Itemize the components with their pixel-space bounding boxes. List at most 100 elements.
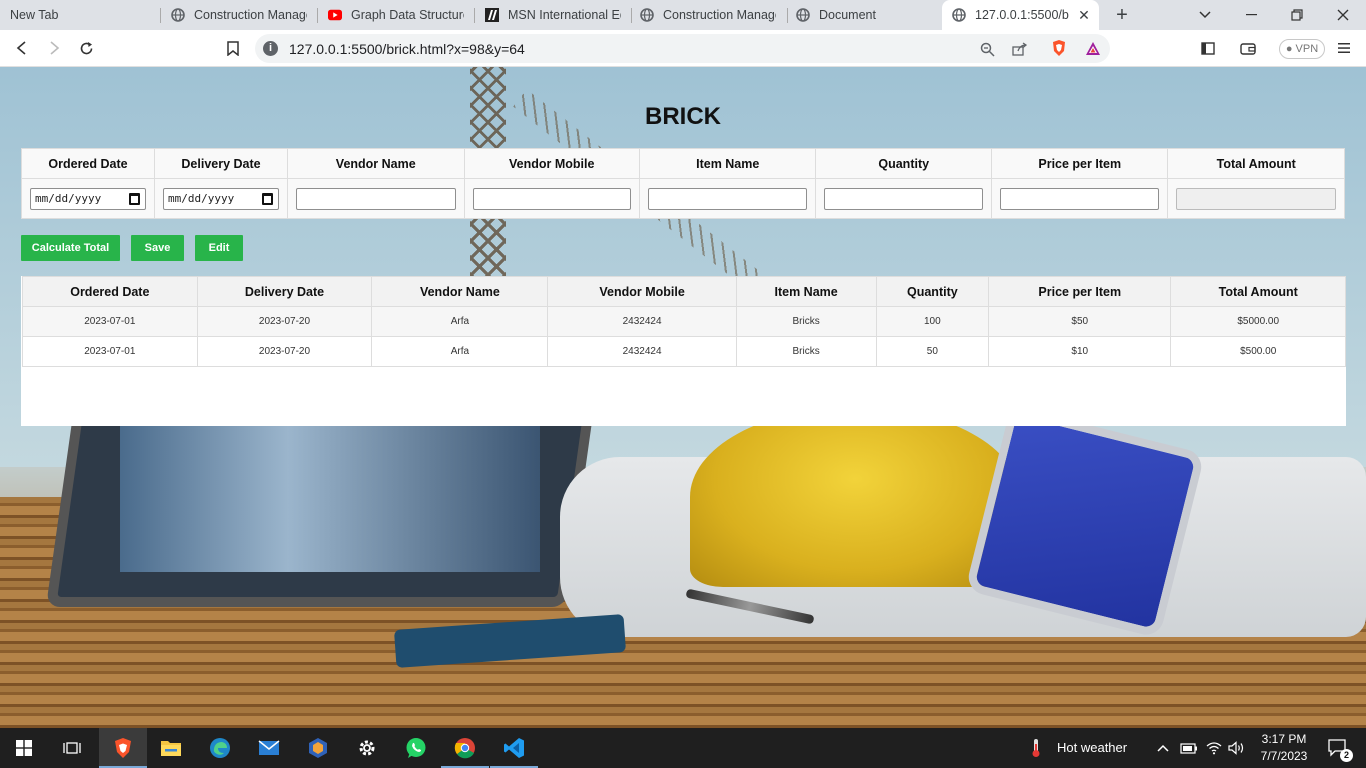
- background-hard-hat: [690, 407, 1020, 587]
- calendar-icon[interactable]: [262, 192, 273, 205]
- form-header-total-amount: Total Amount: [1167, 148, 1345, 179]
- price-per-item-input[interactable]: [1000, 187, 1160, 210]
- address-bar[interactable]: i 127.0.0.1:5500/brick.html?x=98&y=64: [255, 34, 1110, 63]
- clock-date: 7/7/2023: [1260, 749, 1308, 763]
- table-row[interactable]: 2023-07-01 2023-07-20 Arfa 2432424 Brick…: [22, 336, 1346, 367]
- globe-icon: [171, 8, 185, 22]
- vendor-mobile-input[interactable]: [472, 187, 631, 210]
- weather-label[interactable]: Hot weather: [1057, 740, 1127, 755]
- taskbar-clock[interactable]: 3:17 PM 7/7/2023: [1252, 731, 1316, 765]
- url-host: 127.0.0.1: [289, 41, 348, 57]
- tab-construction-management-2[interactable]: Construction Managem: [630, 0, 786, 30]
- form-header-ordered-date: Ordered Date: [21, 148, 155, 179]
- site-info-icon[interactable]: i: [263, 41, 278, 56]
- form-header-row: Ordered Date Delivery Date Vendor Name V…: [21, 148, 1345, 179]
- back-arrow-icon[interactable]: [10, 37, 34, 59]
- column-header-delivery-date[interactable]: Delivery Date: [196, 276, 373, 307]
- quantity-input[interactable]: [824, 187, 983, 210]
- tab-label: Document: [819, 8, 876, 22]
- virtualbox-icon[interactable]: [294, 728, 342, 768]
- form-input-row: mm/dd/yyyy mm/dd/yyyy: [21, 178, 1345, 219]
- tab-document[interactable]: Document: [786, 0, 942, 30]
- tab-search-chevron-icon[interactable]: [1182, 0, 1228, 30]
- wifi-icon[interactable]: [1203, 728, 1225, 768]
- new-tab-button[interactable]: +: [1111, 4, 1133, 26]
- page-viewport: BRICK Ordered Date Delivery Date Vendor …: [0, 67, 1366, 728]
- delivery-date-input[interactable]: mm/dd/yyyy: [163, 187, 279, 210]
- vpn-button[interactable]: ● VPN: [1279, 39, 1325, 59]
- bookmark-icon[interactable]: [221, 37, 245, 59]
- youtube-icon: [328, 8, 342, 22]
- chevron-up-icon[interactable]: [1152, 728, 1174, 768]
- volume-icon[interactable]: [1226, 728, 1248, 768]
- tab-graph-data-structure[interactable]: Graph Data Structure: [318, 0, 474, 30]
- entry-form-table: Ordered Date Delivery Date Vendor Name V…: [21, 148, 1345, 219]
- tab-label: New Tab: [10, 8, 59, 22]
- cell-ordered-date: 2023-07-01: [22, 306, 198, 337]
- url-text[interactable]: 127.0.0.1:5500/brick.html?x=98&y=64: [289, 41, 525, 57]
- windows-start-icon[interactable]: [0, 728, 48, 768]
- edge-browser-icon[interactable]: [196, 728, 244, 768]
- column-header-ordered-date[interactable]: Ordered Date: [22, 276, 198, 307]
- cell-ordered-date: 2023-07-01: [22, 336, 198, 367]
- table-header-row: Ordered Date Delivery Date Vendor Name V…: [22, 276, 1346, 307]
- total-amount-input: [1176, 187, 1336, 210]
- cell-delivery-date: 2023-07-20: [196, 336, 373, 367]
- form-header-delivery-date: Delivery Date: [154, 148, 288, 179]
- cell-quantity: 100: [875, 306, 990, 337]
- cell-vendor-name: Arfa: [371, 306, 549, 337]
- minimize-window-button[interactable]: [1228, 0, 1274, 30]
- vscode-icon[interactable]: [490, 728, 538, 768]
- tab-msn[interactable]: MSN International Edi: [475, 0, 631, 30]
- save-button[interactable]: Save: [131, 235, 184, 261]
- tab-new-tab[interactable]: New Tab: [0, 0, 160, 30]
- brave-rewards-icon[interactable]: [1081, 37, 1105, 59]
- calendar-icon[interactable]: [129, 192, 140, 205]
- tab-brick-active[interactable]: 127.0.0.1:5500/bric ✕: [942, 0, 1099, 30]
- msn-icon: [485, 8, 499, 22]
- column-header-vendor-mobile[interactable]: Vendor Mobile: [547, 276, 737, 307]
- close-tab-icon[interactable]: ✕: [1077, 8, 1091, 22]
- calculate-total-button[interactable]: Calculate Total: [21, 235, 120, 261]
- wallet-icon[interactable]: [1236, 37, 1260, 59]
- share-icon[interactable]: [1008, 38, 1032, 60]
- edit-button[interactable]: Edit: [195, 235, 243, 261]
- restore-window-button[interactable]: [1274, 0, 1320, 30]
- tab-label: MSN International Edi: [508, 8, 621, 22]
- background-tablet-screen: [120, 422, 540, 572]
- tab-construction-management-1[interactable]: Construction Managem: [161, 0, 317, 30]
- thermometer-weather-icon[interactable]: [1022, 728, 1050, 768]
- cell-quantity: 50: [875, 336, 990, 367]
- menu-icon[interactable]: [1332, 37, 1356, 59]
- whatsapp-icon[interactable]: [392, 728, 440, 768]
- close-window-button[interactable]: [1320, 0, 1366, 30]
- vendor-name-input[interactable]: [296, 187, 456, 210]
- table-row[interactable]: 2023-07-01 2023-07-20 Arfa 2432424 Brick…: [22, 306, 1346, 337]
- item-name-input[interactable]: [648, 187, 808, 210]
- date-placeholder: mm/dd/yyyy: [35, 191, 102, 205]
- brave-browser-icon[interactable]: [99, 728, 147, 768]
- cell-total-amount: $500.00: [1170, 336, 1346, 367]
- browser-tab-strip: New Tab Construction Managem Graph Data …: [0, 0, 1366, 30]
- battery-icon[interactable]: [1178, 728, 1200, 768]
- sidebar-toggle-icon[interactable]: [1196, 37, 1220, 59]
- column-header-item-name[interactable]: Item Name: [735, 276, 877, 307]
- reload-icon[interactable]: [74, 37, 98, 59]
- form-header-quantity: Quantity: [815, 148, 992, 179]
- settings-gear-icon[interactable]: [343, 728, 391, 768]
- task-view-icon[interactable]: [48, 728, 96, 768]
- form-header-vendor-mobile: Vendor Mobile: [463, 148, 640, 179]
- column-header-quantity[interactable]: Quantity: [875, 276, 990, 307]
- chrome-icon[interactable]: [441, 728, 489, 768]
- column-header-price-per-item[interactable]: Price per Item: [988, 276, 1172, 307]
- column-header-total-amount[interactable]: Total Amount: [1170, 276, 1346, 307]
- globe-icon: [640, 8, 654, 22]
- mail-icon[interactable]: [245, 728, 293, 768]
- ordered-date-input[interactable]: mm/dd/yyyy: [30, 187, 146, 210]
- notification-center-icon[interactable]: 2: [1320, 728, 1356, 768]
- forward-arrow-icon[interactable]: [42, 37, 66, 59]
- file-explorer-icon[interactable]: [147, 728, 195, 768]
- brave-shields-icon[interactable]: [1047, 37, 1071, 59]
- zoom-icon[interactable]: [975, 38, 999, 60]
- column-header-vendor-name[interactable]: Vendor Name: [371, 276, 549, 307]
